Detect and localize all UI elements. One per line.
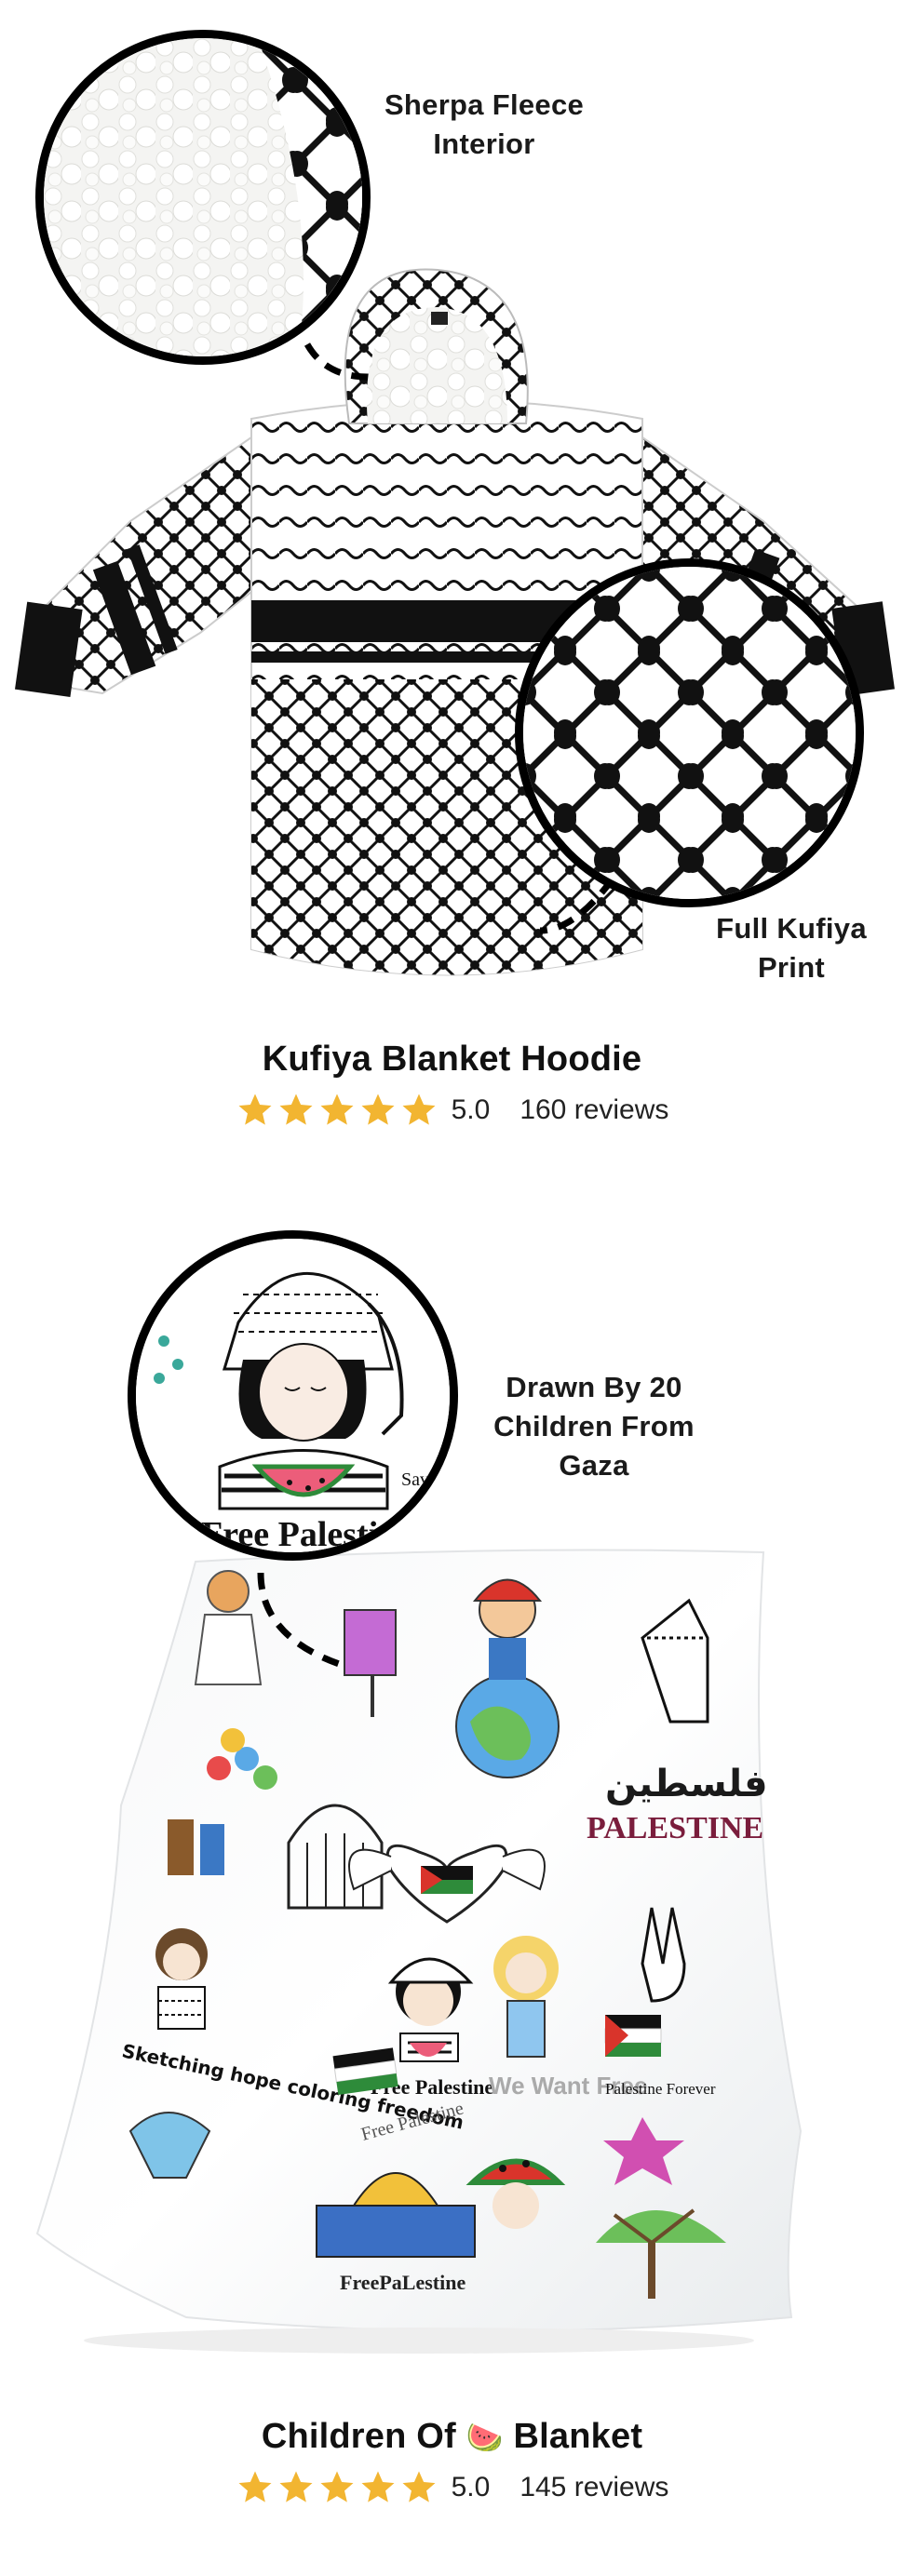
product-card-hoodie[interactable]: Sherpa Fleece Interior Full Kufiya Print… xyxy=(0,0,904,1173)
review-count[interactable]: 160 reviews xyxy=(519,1094,668,1126)
callout-full-kufiya-print: Full Kufiya Print xyxy=(716,912,867,984)
title-part-1: Children Of xyxy=(261,2417,456,2456)
blanket-text-palestine: PALESTINE xyxy=(587,1811,763,1845)
callout-sherpa-fleece: Sherpa Fleece Interior xyxy=(384,88,585,160)
star-icon xyxy=(279,2471,313,2502)
blanket-text-forever: Palestine Forever xyxy=(605,2080,716,2098)
kufiya-print-detail-circle xyxy=(515,558,864,907)
rating-row: 5.0 145 reviews xyxy=(0,2466,904,2509)
sherpa-detail-circle xyxy=(35,30,371,365)
product-card-blanket[interactable]: فلسطين PALESTINE Free Palestine Sketchin… xyxy=(0,1201,904,2576)
product-title[interactable]: Children Of 🍉 Blanket xyxy=(0,2417,904,2457)
star-icon xyxy=(402,1093,436,1125)
drawing-detail-circle: Savo Free Palestine xyxy=(128,1230,458,1561)
star-icon xyxy=(402,2471,436,2502)
product-title[interactable]: Kufiya Blanket Hoodie xyxy=(0,1040,904,1080)
star-icon xyxy=(361,1093,395,1125)
blanket-text-free-palestine-3: FreePaLestine xyxy=(340,2271,465,2294)
review-count[interactable]: 145 reviews xyxy=(519,2472,668,2503)
rating-score: 5.0 xyxy=(451,2472,491,2502)
star-rating xyxy=(236,1091,439,1130)
watermelon-icon: 🍉 xyxy=(465,2421,504,2454)
star-icon xyxy=(238,2471,272,2502)
callout-drawn-by-children: Drawn By 20 Children From Gaza xyxy=(493,1371,695,1482)
title-part-2: Blanket xyxy=(513,2417,643,2456)
star-icon xyxy=(238,1093,272,1125)
star-icon xyxy=(320,2471,354,2502)
rating-row: 5.0 160 reviews xyxy=(0,1089,904,1132)
svg-text:فلسطين: فلسطين xyxy=(605,1763,768,1805)
star-icon xyxy=(320,1093,354,1125)
star-rating xyxy=(236,2468,439,2507)
star-icon xyxy=(361,2471,395,2502)
star-icon xyxy=(279,1093,313,1125)
rating-score: 5.0 xyxy=(451,1094,491,1125)
